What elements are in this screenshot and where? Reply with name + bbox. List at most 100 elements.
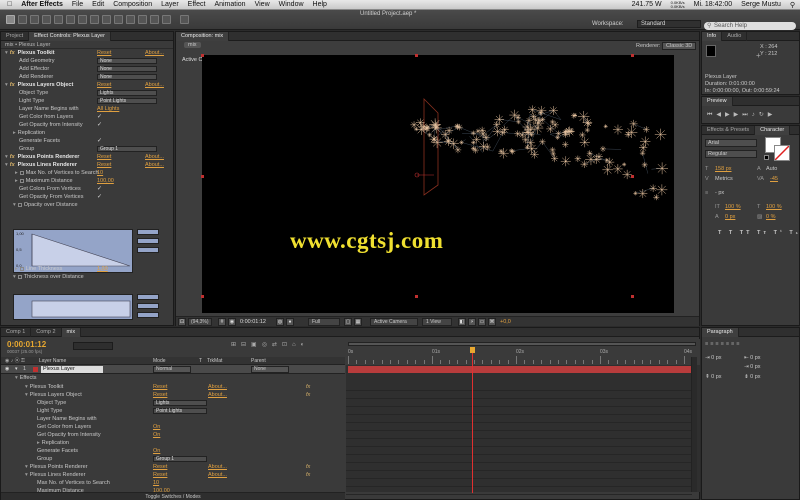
thickness-over-distance-graph[interactable] — [13, 294, 133, 320]
transparency-grid-icon[interactable]: ▦ — [354, 318, 362, 326]
timeline-row-object-type[interactable]: Object Type Lights — [1, 399, 345, 407]
layer-duration-bar[interactable] — [348, 366, 694, 373]
apple-icon[interactable]:  — [7, 1, 12, 8]
thickness-preset-1[interactable] — [137, 294, 159, 300]
space-after[interactable]: ⇟ 0 px — [744, 374, 761, 380]
col-layer-name[interactable]: Layer Name — [39, 357, 66, 365]
comp-handle-ml[interactable] — [201, 175, 204, 178]
keyframe-track[interactable] — [346, 383, 692, 391]
timeline-search-input[interactable] — [73, 342, 113, 350]
next-frame-icon[interactable]: ▶ — [734, 112, 743, 118]
loop-icon[interactable]: ↻ — [759, 112, 768, 118]
ec-value[interactable]: All Lights — [97, 105, 119, 113]
col-parent[interactable]: Parent — [251, 357, 266, 365]
timeline-row-generate-facets[interactable]: Generate Facets On — [1, 447, 345, 455]
ec-label[interactable]: ▸ Replication — [13, 129, 45, 137]
comp-handle-mr[interactable] — [631, 175, 634, 178]
font-size-value[interactable]: 158 px — [715, 166, 732, 172]
ec-about-link[interactable]: About... — [145, 49, 164, 57]
keyframe-track[interactable] — [346, 399, 692, 407]
ec-dropdown[interactable]: None — [97, 74, 157, 80]
timeline-value[interactable]: 10 — [153, 479, 159, 487]
menu-composition[interactable]: Composition — [113, 1, 152, 8]
ec-label[interactable]: ▾ fx Plexus Toolkit — [5, 49, 55, 57]
tab-comp-1[interactable]: Comp 1 — [1, 327, 32, 337]
timeline-reset-link[interactable]: Reset — [153, 463, 167, 471]
timeline-dropdown[interactable]: Lights — [153, 400, 207, 406]
ec-checkbox[interactable]: ✓ — [97, 121, 102, 129]
zoom-select[interactable]: (94,3%) — [188, 318, 212, 326]
ec-label[interactable]: ▾ fx Plexus Lines Renderer — [5, 161, 77, 169]
tab-preview[interactable]: Preview — [702, 96, 733, 106]
user-name[interactable]: Serge Mustu — [741, 1, 781, 8]
play-icon[interactable]: ▶ — [725, 112, 734, 118]
line-thickness-value[interactable]: 1,00 — [97, 265, 108, 273]
timeline-row-replication[interactable]: ▸ Replication — [1, 439, 345, 447]
layer-visibility-icon[interactable]: ◉ — [5, 366, 9, 372]
timeline-row-light-type[interactable]: Light Type Point Lights — [1, 407, 345, 415]
ec-dropdown[interactable]: Lights — [97, 90, 157, 96]
timeline-value[interactable]: On — [153, 431, 160, 439]
keyframe-track[interactable] — [346, 455, 692, 463]
ec-value[interactable]: 100,00 — [97, 177, 114, 185]
fx-switch-icon[interactable]: fx — [306, 463, 310, 471]
tsume-value[interactable]: 0 % — [766, 214, 775, 220]
keyframe-track[interactable] — [346, 439, 692, 447]
puppet-tool-icon[interactable] — [162, 15, 171, 24]
layer-row-plexus[interactable]: ◉ ▾ 1 Plexus Layer Normal None — [1, 365, 345, 374]
timeline-about-link[interactable]: About... — [208, 391, 227, 399]
ec-checkbox[interactable]: ✓ — [97, 193, 102, 201]
fx-switch-icon[interactable]: fx — [306, 391, 310, 399]
audio-icon[interactable]: ♪ — [752, 112, 759, 118]
stroke-color-swatch[interactable] — [774, 145, 790, 161]
timeline-switches[interactable]: ⊞⊟▣◎⇄⊡⌂◐ — [231, 341, 309, 348]
timeline-reset-link[interactable]: Reset — [153, 391, 167, 399]
thickness-preset-2[interactable] — [137, 303, 159, 309]
rotate-tool-icon[interactable] — [42, 15, 51, 24]
align-buttons[interactable]: ≡≡≡≡≡≡≡ — [705, 341, 741, 347]
space-before[interactable]: ⇞ 0 px — [705, 374, 722, 380]
indent-first[interactable]: ⇥ 0 px — [744, 364, 761, 370]
comp-handle-bl[interactable] — [201, 295, 204, 298]
keyframe-track[interactable] — [346, 423, 692, 431]
ec-dropdown[interactable]: Point Lights — [97, 98, 157, 104]
ec-checkbox[interactable]: ✓ — [97, 137, 102, 145]
snapping-icon[interactable] — [180, 15, 189, 24]
roi-icon[interactable]: ▢ — [344, 318, 352, 326]
baseline-value[interactable]: 0 px — [725, 214, 735, 220]
tab-info[interactable]: Info — [702, 31, 723, 41]
timeline-timecode[interactable]: 0:00:01:12 — [7, 340, 46, 349]
tab-paragraph[interactable]: Paragraph — [702, 327, 739, 337]
keyframe-track[interactable] — [346, 479, 692, 487]
selection-tool-icon[interactable] — [6, 15, 15, 24]
comp-handle-tr[interactable] — [631, 54, 634, 57]
ec-label[interactable]: ▾ Opacity over Distance — [13, 201, 78, 209]
keyframe-track[interactable] — [346, 415, 692, 423]
ec-dropdown[interactable]: None — [97, 58, 157, 64]
kerning-value[interactable]: Metrics — [715, 176, 733, 182]
pan-behind-tool-icon[interactable] — [66, 15, 75, 24]
grid-icon[interactable]: # — [218, 318, 226, 326]
timeline-reset-link[interactable]: Reset — [153, 383, 167, 391]
zoom-tool-icon[interactable] — [30, 15, 39, 24]
keyframe-track[interactable] — [346, 463, 692, 471]
layer-label-color[interactable] — [33, 367, 38, 372]
view-layout-select[interactable]: 1 View — [422, 318, 452, 326]
flowchart-icon[interactable]: ⌘ — [488, 318, 496, 326]
tab-composition[interactable]: Composition: mix — [176, 31, 230, 41]
timeline-row-group[interactable]: Group Group 1 — [1, 455, 345, 463]
brush-tool-icon[interactable] — [114, 15, 123, 24]
timeline-value[interactable]: On — [153, 423, 160, 431]
ec-reset-link[interactable]: Reset — [97, 49, 111, 57]
timeline-row-max-no-of-vertices-to-search[interactable]: Max No. of Vertices to Search 10 — [1, 479, 345, 487]
ec-about-link[interactable]: About... — [145, 153, 164, 161]
comp-handle-br[interactable] — [631, 295, 634, 298]
timeline-row-plexus-layers-object[interactable]: ▾ Plexus Layers Object Reset About... fx — [1, 391, 345, 399]
font-style-select[interactable]: Regular — [705, 150, 757, 158]
camera-snapshot-icon[interactable]: ◉ — [228, 318, 236, 326]
keyframe-track[interactable] — [346, 407, 692, 415]
timeline-row-plexus-points-renderer[interactable]: ▾ Plexus Points Renderer Reset About... fx — [1, 463, 345, 471]
tab-project[interactable]: Project — [1, 31, 30, 41]
toggle-pixel-icon[interactable]: ◧ — [458, 318, 466, 326]
timeline-dropdown[interactable]: Point Lights — [153, 408, 207, 414]
